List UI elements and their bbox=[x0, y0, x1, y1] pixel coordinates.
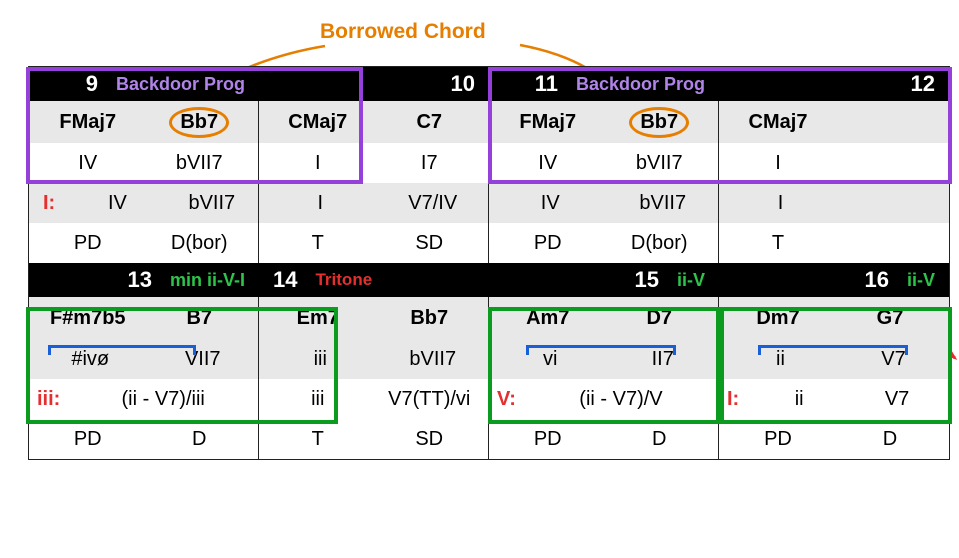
borrowed-chord-label: Borrowed Chord bbox=[320, 20, 486, 44]
chord-row-1: FMaj7 Bb7 CMaj7 C7 FMaj7 Bb7 CMaj7 bbox=[29, 101, 949, 143]
rn: V7/IV bbox=[386, 192, 481, 215]
chord: C7 bbox=[379, 111, 481, 134]
rn: iii bbox=[267, 388, 369, 411]
rn: bVII7 bbox=[149, 152, 251, 175]
fn: D bbox=[609, 428, 711, 451]
rn: I bbox=[733, 192, 828, 215]
measure-14: 14 bbox=[273, 267, 297, 293]
fn: T bbox=[727, 232, 829, 255]
key-label: I: bbox=[43, 192, 55, 215]
fn: SD bbox=[379, 428, 481, 451]
rn: bVII7 bbox=[386, 348, 481, 371]
measure-15: 15 bbox=[503, 267, 659, 293]
chord: F#m7b5 bbox=[37, 307, 139, 330]
chord-row-2: F#m7b5 B7 Em7 Bb7 Am7 D7 Dm7 G7 bbox=[29, 297, 949, 339]
prog-label-9: Backdoor Prog bbox=[116, 74, 245, 95]
chord: B7 bbox=[149, 307, 251, 330]
rn: bVII7 bbox=[174, 192, 250, 215]
chord: G7 bbox=[839, 307, 941, 330]
rn: V7(TT)/vi bbox=[379, 388, 481, 411]
measure-13: 13 bbox=[43, 267, 152, 293]
rn: ii bbox=[733, 348, 828, 371]
roman-row-2a: #ivø VII7 iii bVII7 vi II7 ii V7 bbox=[29, 339, 949, 379]
roman-row-2b: iii: (ii - V7)/iii iii V7(TT)/vi V: (ii - V… bbox=[29, 379, 949, 419]
rn: vi bbox=[503, 348, 598, 371]
chord: FMaj7 bbox=[37, 111, 139, 134]
rn: V7 bbox=[846, 348, 941, 371]
fn: SD bbox=[379, 232, 481, 255]
chord: Am7 bbox=[497, 307, 599, 330]
key-label: I: bbox=[727, 388, 739, 411]
rn: (ii - V7)/iii bbox=[76, 388, 250, 411]
rn: VII7 bbox=[156, 348, 251, 371]
analysis-grid: 9 Backdoor Prog 10 11 Backdoor Prog 12 F… bbox=[28, 66, 950, 460]
measure-10: 10 bbox=[451, 71, 475, 97]
fn: PD bbox=[497, 428, 599, 451]
chord: D7 bbox=[609, 307, 711, 330]
func-row-1: PD D(bor) T SD PD D(bor) T bbox=[29, 223, 949, 263]
rn: #ivø bbox=[43, 348, 138, 371]
chord-borrowed: Bb7 bbox=[629, 107, 689, 138]
chord: Em7 bbox=[267, 307, 369, 330]
prog-label-11: Backdoor Prog bbox=[576, 74, 705, 95]
rn: IV bbox=[497, 152, 599, 175]
fn: PD bbox=[37, 428, 139, 451]
rn: I7 bbox=[379, 152, 481, 175]
chord: CMaj7 bbox=[727, 111, 829, 134]
rn: bVII7 bbox=[609, 152, 711, 175]
fn: D bbox=[149, 428, 251, 451]
prog-label-14: Tritone bbox=[315, 270, 372, 290]
header-row-1: 9 Backdoor Prog 10 11 Backdoor Prog 12 bbox=[29, 67, 949, 101]
rn: II7 bbox=[616, 348, 711, 371]
rn: IV bbox=[79, 192, 155, 215]
fn: PD bbox=[727, 428, 829, 451]
measure-12: 12 bbox=[911, 71, 935, 97]
prog-label-16: ii-V bbox=[907, 270, 935, 291]
rn: IV bbox=[503, 192, 598, 215]
header-row-2: 13 min ii-V-I 14 Tritone 15 ii-V 16 ii-V bbox=[29, 263, 949, 297]
measure-9: 9 bbox=[43, 71, 98, 97]
key-label: iii: bbox=[37, 388, 60, 411]
chord-borrowed: Bb7 bbox=[169, 107, 229, 138]
rn: (ii - V7)/V bbox=[532, 388, 710, 411]
fn: T bbox=[267, 428, 369, 451]
prog-label-15: ii-V bbox=[677, 270, 705, 291]
func-row-2: PD D T SD PD D PD D bbox=[29, 419, 949, 459]
roman-row-1b: I: IV bVII7 I V7/IV IV bVII7 I bbox=[29, 183, 949, 223]
chord: CMaj7 bbox=[267, 111, 369, 134]
fn: D bbox=[839, 428, 941, 451]
key-label: V: bbox=[497, 388, 516, 411]
rn: I bbox=[273, 192, 368, 215]
fn: PD bbox=[37, 232, 139, 255]
chord: FMaj7 bbox=[497, 111, 599, 134]
rn: iii bbox=[273, 348, 368, 371]
chord: Dm7 bbox=[727, 307, 829, 330]
fn: D(bor) bbox=[149, 232, 251, 255]
rn: I bbox=[267, 152, 369, 175]
measure-11: 11 bbox=[503, 71, 558, 97]
prog-label-13: min ii-V-I bbox=[170, 270, 245, 291]
rn: bVII7 bbox=[616, 192, 711, 215]
rn: IV bbox=[37, 152, 139, 175]
fn: D(bor) bbox=[609, 232, 711, 255]
rn: V7 bbox=[853, 388, 941, 411]
fn: PD bbox=[497, 232, 599, 255]
measure-16: 16 bbox=[733, 267, 889, 293]
roman-row-1a: IV bVII7 I I7 IV bVII7 I bbox=[29, 143, 949, 183]
chord: Bb7 bbox=[379, 307, 481, 330]
rn: ii bbox=[755, 388, 843, 411]
rn: I bbox=[727, 152, 829, 175]
fn: T bbox=[267, 232, 369, 255]
